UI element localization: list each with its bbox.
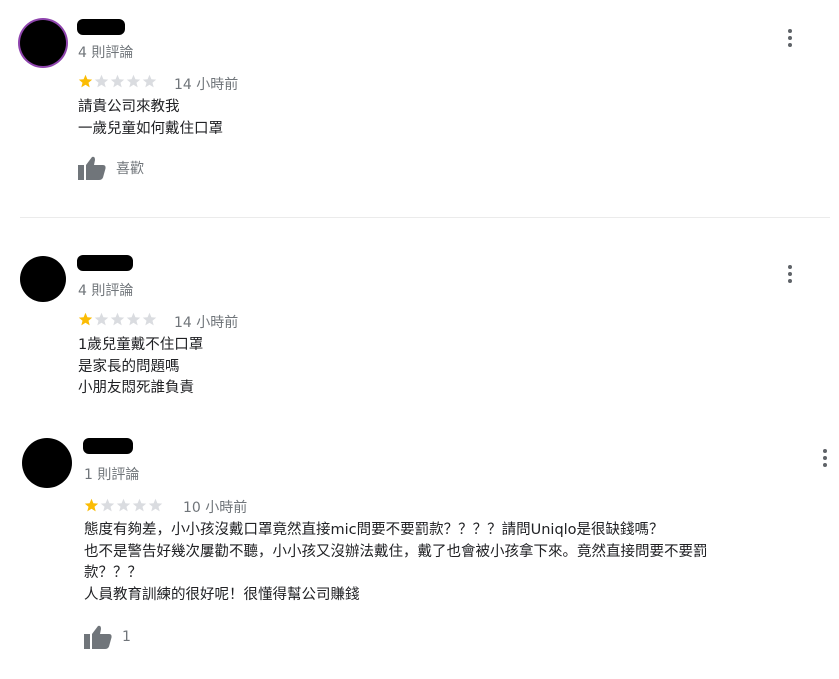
more-options-button[interactable] — [782, 25, 798, 51]
thumbs-up-icon — [78, 156, 106, 180]
review-text-line: 一歲兒童如何戴住口罩 — [78, 120, 223, 137]
like-button[interactable]: 喜歡 — [78, 156, 144, 180]
star-empty-icon — [94, 74, 109, 88]
review-card: 1 則評論 10 小時前 態度有夠差，小小孩沒戴口罩竟然直接mic問要不要罰款？… — [0, 420, 839, 679]
star-empty-icon — [110, 74, 125, 88]
star-empty-icon — [126, 312, 141, 326]
reviewer-name-redacted[interactable] — [77, 255, 133, 271]
review-text: 態度有夠差，小小孩沒戴口罩竟然直接mic問要不要罰款？？？？請問Uniqlo是很… — [84, 520, 708, 606]
avatar[interactable] — [22, 438, 72, 488]
reviewer-name-redacted[interactable] — [77, 19, 125, 35]
more-vert-icon — [823, 449, 827, 453]
more-vert-icon — [788, 265, 792, 269]
star-filled-icon — [78, 312, 93, 326]
reviewer-name-redacted[interactable] — [83, 438, 133, 454]
like-count: 1 — [122, 629, 131, 645]
review-time: 10 小時前 — [183, 500, 248, 516]
review-text-line: 請貴公司來教我 — [78, 99, 180, 115]
star-empty-icon — [100, 498, 115, 512]
review-card: 4 則評論 14 小時前 請貴公司來教我 一歲兒童如何戴住口罩 喜歡 — [0, 0, 839, 216]
avatar[interactable] — [20, 256, 66, 302]
more-options-button[interactable] — [782, 261, 798, 287]
review-divider — [20, 217, 830, 218]
star-empty-icon — [126, 74, 141, 88]
review-text: 1歲兒童戴不住口罩 是家長的問題嗎 小朋友悶死誰負責 — [78, 335, 203, 400]
rating-stars — [78, 312, 157, 327]
review-text: 請貴公司來教我 一歲兒童如何戴住口罩 — [78, 97, 223, 140]
review-card: 4 則評論 14 小時前 1歲兒童戴不住口罩 是家長的問題嗎 小朋友悶死誰負責 — [0, 236, 839, 416]
review-time: 14 小時前 — [174, 315, 239, 331]
reviewer-review-count: 1 則評論 — [84, 467, 140, 483]
avatar[interactable] — [20, 20, 66, 66]
rating-stars — [84, 498, 163, 513]
star-empty-icon — [132, 498, 147, 512]
star-empty-icon — [116, 498, 131, 512]
star-filled-icon — [78, 74, 93, 88]
star-filled-icon — [84, 498, 99, 512]
rating-stars — [78, 74, 157, 89]
review-text-line: 款？？？ — [84, 565, 142, 581]
more-vert-icon — [788, 29, 792, 33]
star-empty-icon — [148, 498, 163, 512]
review-text-line: 1歲兒童戴不住口罩 — [78, 337, 204, 353]
reviewer-review-count: 4 則評論 — [78, 45, 134, 61]
review-time: 14 小時前 — [174, 77, 239, 93]
review-text-line: 是家長的問題嗎 — [78, 358, 180, 375]
thumbs-up-icon — [84, 625, 112, 649]
star-empty-icon — [94, 312, 109, 326]
star-empty-icon — [142, 312, 157, 326]
more-options-button[interactable] — [817, 445, 833, 471]
review-text-line: 小朋友悶死誰負責 — [78, 380, 194, 396]
review-text-line: 態度有夠差，小小孩沒戴口罩竟然直接mic問要不要罰款？？？？請問Uniqlo是很… — [84, 522, 664, 538]
reviews-page: 4 則評論 14 小時前 請貴公司來教我 一歲兒童如何戴住口罩 喜歡 4 則評論… — [0, 0, 839, 679]
like-label: 喜歡 — [116, 161, 144, 177]
star-empty-icon — [142, 74, 157, 88]
star-empty-icon — [110, 312, 125, 326]
reviewer-review-count: 4 則評論 — [78, 283, 134, 299]
review-text-line: 人員教育訓練的很好呢！很懂得幫公司賺錢 — [84, 586, 360, 603]
like-button[interactable]: 1 — [84, 625, 131, 649]
review-text-line: 也不是警告好幾次屢勸不聽，小小孩又沒辦法戴住，戴了也會被小孩拿下來。竟然直接問要… — [84, 543, 708, 560]
